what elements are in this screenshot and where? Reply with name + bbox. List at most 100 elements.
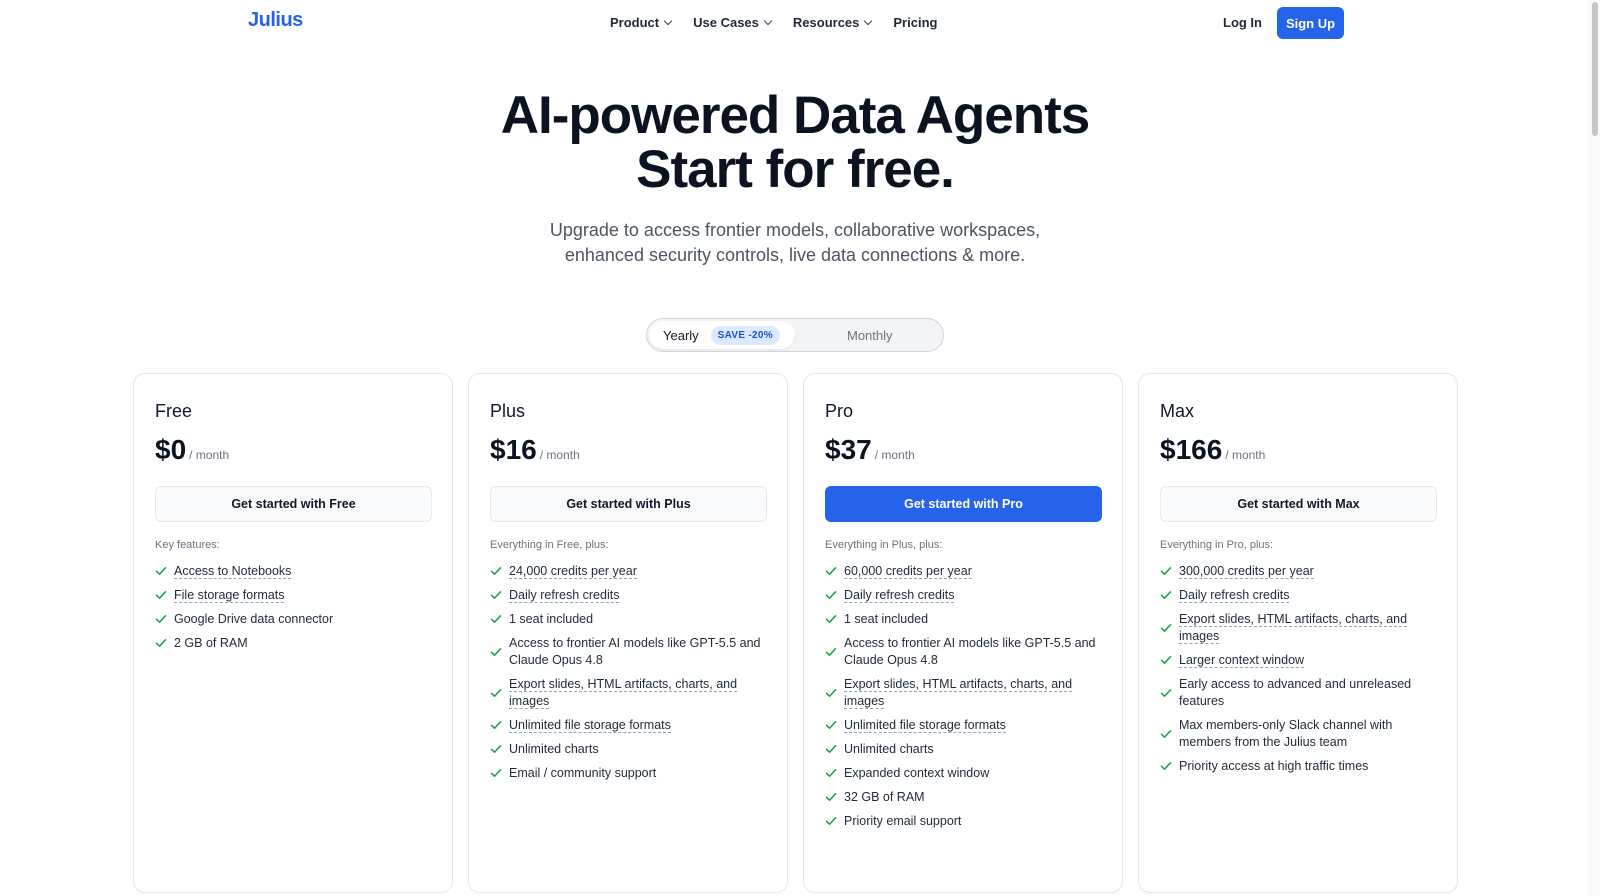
nav-product-label: Product	[610, 15, 660, 30]
chevron-down-icon	[663, 16, 673, 26]
feature-item: Larger context window	[1160, 652, 1437, 669]
feature-text: Access to frontier AI models like GPT-5.…	[844, 636, 1096, 667]
check-icon	[155, 567, 167, 575]
feature-text[interactable]: Unlimited file storage formats	[844, 718, 1006, 733]
features-label: Everything in Free, plus:	[490, 539, 609, 551]
billing-toggle: Yearly SAVE -20% Monthly	[646, 318, 944, 352]
price-period: / month	[189, 448, 230, 462]
hero-title-line1: AI-powered Data Agents	[500, 86, 1091, 145]
feature-text: Email / community support	[509, 766, 657, 780]
feature-item: Daily refresh credits	[1160, 587, 1437, 604]
price-period: / month	[539, 448, 580, 462]
nav-use-cases-label: Use Cases	[693, 15, 759, 30]
feature-item: Priority access at high traffic times	[1160, 758, 1437, 775]
check-icon	[825, 615, 837, 623]
check-icon	[490, 769, 502, 777]
billing-monthly-option[interactable]: Monthly	[847, 328, 893, 343]
plan-price: $166	[1160, 434, 1223, 465]
nav-product[interactable]: Product	[610, 15, 673, 30]
feature-text[interactable]: Unlimited file storage formats	[509, 718, 671, 733]
get-started-button[interactable]: Get started with Free	[155, 486, 432, 522]
check-icon	[1160, 689, 1172, 697]
check-icon	[155, 591, 167, 599]
feature-text: Unlimited charts	[844, 742, 934, 756]
check-icon	[1160, 591, 1172, 599]
feature-list: Access to Notebooks File storage formats G…	[155, 563, 432, 659]
features-label: Everything in Pro, plus:	[1160, 539, 1274, 551]
nav-resources[interactable]: Resources	[792, 15, 873, 30]
check-icon	[490, 591, 502, 599]
hero-subtitle: Upgrade to access frontier models, colla…	[0, 218, 1590, 268]
feature-text: Access to frontier AI models like GPT-5.…	[509, 636, 761, 667]
feature-text[interactable]: 60,000 credits per year	[844, 564, 972, 579]
plan-price: $37	[825, 434, 872, 465]
feature-item: Unlimited charts	[490, 741, 767, 758]
signup-button[interactable]: Sign Up	[1277, 7, 1344, 39]
plan-card-plus: Plus $16/ month Get started with Plus Every…	[468, 373, 788, 893]
price-row: $166/ month	[1160, 434, 1265, 466]
chevron-down-icon	[864, 16, 873, 26]
check-icon	[490, 615, 502, 623]
nav-links: Product Use Cases Resources Pricing	[610, 15, 937, 30]
check-icon	[825, 769, 837, 777]
plan-name: Free	[155, 401, 193, 421]
scrollbar-thumb[interactable]	[1592, 2, 1598, 136]
feature-item: 24,000 credits per year	[490, 563, 767, 580]
feature-item: Max members-only Slack channel with memb…	[1160, 717, 1437, 751]
nav-pricing[interactable]: Pricing	[893, 15, 937, 30]
nav-resources-label: Resources	[792, 15, 860, 30]
get-started-button[interactable]: Get started with Pro	[825, 486, 1102, 522]
feature-item: Daily refresh credits	[490, 587, 767, 604]
feature-item: 2 GB of RAM	[155, 635, 432, 652]
feature-text: 2 GB of RAM	[174, 636, 248, 650]
feature-text[interactable]: Export slides, HTML artifacts, charts, a…	[844, 677, 1073, 709]
feature-text: 1 seat included	[509, 612, 594, 626]
get-started-button[interactable]: Get started with Max	[1160, 486, 1437, 522]
price-period: / month	[1225, 448, 1266, 462]
feature-text[interactable]: Export slides, HTML artifacts, charts, a…	[509, 677, 738, 709]
check-icon	[1160, 567, 1172, 575]
feature-text: 1 seat included	[844, 612, 929, 626]
feature-item: Unlimited file storage formats	[825, 717, 1102, 734]
feature-text: Unlimited charts	[509, 742, 599, 756]
feature-text[interactable]: Access to Notebooks	[174, 564, 292, 579]
feature-text[interactable]: 300,000 credits per year	[1179, 564, 1314, 579]
feature-text: Max members-only Slack channel with memb…	[1179, 718, 1393, 749]
feature-text: Google Drive data connector	[174, 612, 334, 626]
price-row: $0/ month	[155, 434, 229, 466]
get-started-button[interactable]: Get started with Plus	[490, 486, 767, 522]
billing-yearly-option[interactable]: Yearly SAVE -20%	[649, 321, 795, 349]
feature-text: 32 GB of RAM	[844, 790, 925, 804]
check-icon	[490, 689, 502, 697]
feature-item: Daily refresh credits	[825, 587, 1102, 604]
plan-price: $16	[490, 434, 537, 465]
julius-logo[interactable]: Julius	[248, 9, 303, 32]
check-icon	[155, 615, 167, 623]
feature-text[interactable]: Daily refresh credits	[1179, 588, 1290, 603]
hero-title: AI-powered Data Agents Start for free.	[0, 89, 1590, 197]
check-icon	[490, 567, 502, 575]
chevron-down-icon	[763, 16, 773, 26]
feature-text[interactable]: Export slides, HTML artifacts, charts, a…	[1179, 612, 1408, 644]
yearly-label: Yearly	[663, 327, 699, 343]
top-navbar: Julius Product Use Cases Resources Prici…	[0, 0, 1600, 46]
feature-text[interactable]: Larger context window	[1179, 653, 1305, 668]
feature-text[interactable]: Daily refresh credits	[509, 588, 620, 603]
plan-name: Pro	[825, 401, 854, 421]
check-icon	[825, 591, 837, 599]
feature-text[interactable]: Daily refresh credits	[844, 588, 955, 603]
price-row: $37/ month	[825, 434, 915, 466]
plan-card-pro: Pro $37/ month Get started with Pro Everyth…	[803, 373, 1123, 893]
feature-item: Unlimited file storage formats	[490, 717, 767, 734]
feature-text: Early access to advanced and unreleased …	[1179, 677, 1412, 708]
feature-item: Export slides, HTML artifacts, charts, a…	[490, 676, 767, 710]
feature-item: 32 GB of RAM	[825, 789, 1102, 806]
feature-list: 300,000 credits per year Daily refresh cr…	[1160, 563, 1437, 782]
feature-text[interactable]: 24,000 credits per year	[509, 564, 637, 579]
save-badge: SAVE -20%	[710, 325, 780, 345]
login-link[interactable]: Log In	[1223, 15, 1262, 30]
feature-text[interactable]: File storage formats	[174, 588, 285, 603]
nav-use-cases[interactable]: Use Cases	[693, 15, 773, 30]
hero-subtitle-line1: Upgrade to access frontier models, colla…	[549, 220, 1041, 240]
feature-item: Email / community support	[490, 765, 767, 782]
